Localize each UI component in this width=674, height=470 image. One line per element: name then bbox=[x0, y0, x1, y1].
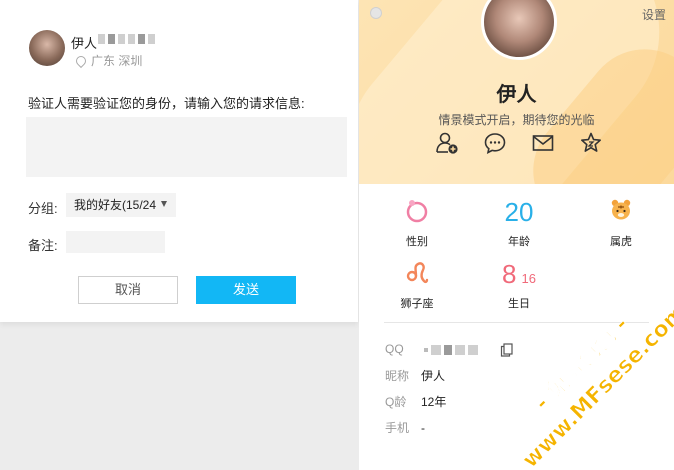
info-value: - bbox=[421, 421, 425, 435]
avatar bbox=[29, 30, 65, 66]
user-name: 伊人 bbox=[71, 36, 98, 51]
stat-gender: 性别 bbox=[387, 197, 447, 249]
stat-age: 20 年龄 bbox=[489, 197, 549, 249]
info-key: QQ bbox=[385, 342, 404, 356]
profile-nickname: 伊人 bbox=[496, 84, 537, 106]
birthday-day: 16 bbox=[521, 271, 536, 286]
info-key: 昵称 bbox=[385, 369, 410, 383]
female-ring-icon bbox=[406, 200, 428, 223]
stat-zodiac: 属虎 bbox=[591, 197, 651, 249]
watermark-line2: www.MFsese.com bbox=[518, 300, 674, 470]
stat-caption: 性别 bbox=[406, 236, 428, 248]
stat-caption: 年龄 bbox=[508, 236, 530, 248]
dropdown-arrow-icon bbox=[161, 201, 167, 207]
location: 广东 深圳 bbox=[73, 52, 143, 69]
location-pin-icon bbox=[73, 53, 89, 69]
mail-icon[interactable] bbox=[531, 131, 555, 155]
remark-label: 备注: bbox=[28, 238, 58, 253]
age-value: 20 bbox=[504, 197, 534, 227]
settings-link[interactable]: 设置 bbox=[642, 6, 666, 23]
stat-caption: 狮子座 bbox=[400, 298, 434, 310]
masked-qq-number bbox=[424, 344, 494, 355]
cancel-button[interactable]: 取消 bbox=[78, 276, 178, 304]
send-button[interactable]: 发送 bbox=[196, 276, 296, 304]
masked-account-id bbox=[98, 34, 178, 46]
info-row-phone: 手机 - bbox=[385, 419, 425, 436]
star-icon[interactable] bbox=[579, 131, 603, 155]
group-select[interactable]: 我的好友(15/24 bbox=[66, 193, 176, 217]
leo-icon bbox=[406, 262, 429, 284]
profile-header: 设置 伊人 情景模式开启，期待您的光临 bbox=[359, 0, 674, 184]
chat-icon[interactable] bbox=[483, 131, 507, 155]
info-row-nickname: 昵称 伊人 bbox=[385, 367, 445, 384]
profile-mood: 情景模式开启，期待您的光临 bbox=[438, 113, 595, 127]
remark-input[interactable] bbox=[66, 231, 165, 253]
add-friend-icon[interactable] bbox=[435, 131, 459, 155]
request-prompt: 验证人需要验证您的身份，请输入您的请求信息: bbox=[28, 96, 305, 111]
info-key: 手机 bbox=[385, 421, 410, 435]
group-select-value: 我的好友(15/24 bbox=[74, 198, 157, 212]
request-message-input[interactable] bbox=[26, 117, 347, 177]
tiger-icon bbox=[611, 199, 631, 220]
add-friend-dialog: 伊人 广东 深圳 验证人需要验证您的身份，请输入您的请求信息: 分组: 我的好友… bbox=[0, 0, 358, 322]
group-label: 分组: bbox=[28, 201, 58, 216]
info-key: Q龄 bbox=[385, 395, 407, 409]
info-row-qq: QQ bbox=[385, 342, 513, 357]
info-value: 12年 bbox=[421, 395, 447, 409]
stat-constellation: 狮子座 bbox=[387, 259, 447, 311]
stat-caption: 属虎 bbox=[610, 236, 632, 248]
location-text: 广东 深圳 bbox=[91, 54, 143, 68]
window-button[interactable] bbox=[370, 7, 382, 19]
info-row-qq-age: Q龄 12年 bbox=[385, 393, 446, 410]
watermark: - 免费色色 - www.MFsese.com bbox=[517, 299, 674, 470]
info-value: 伊人 bbox=[421, 369, 446, 383]
